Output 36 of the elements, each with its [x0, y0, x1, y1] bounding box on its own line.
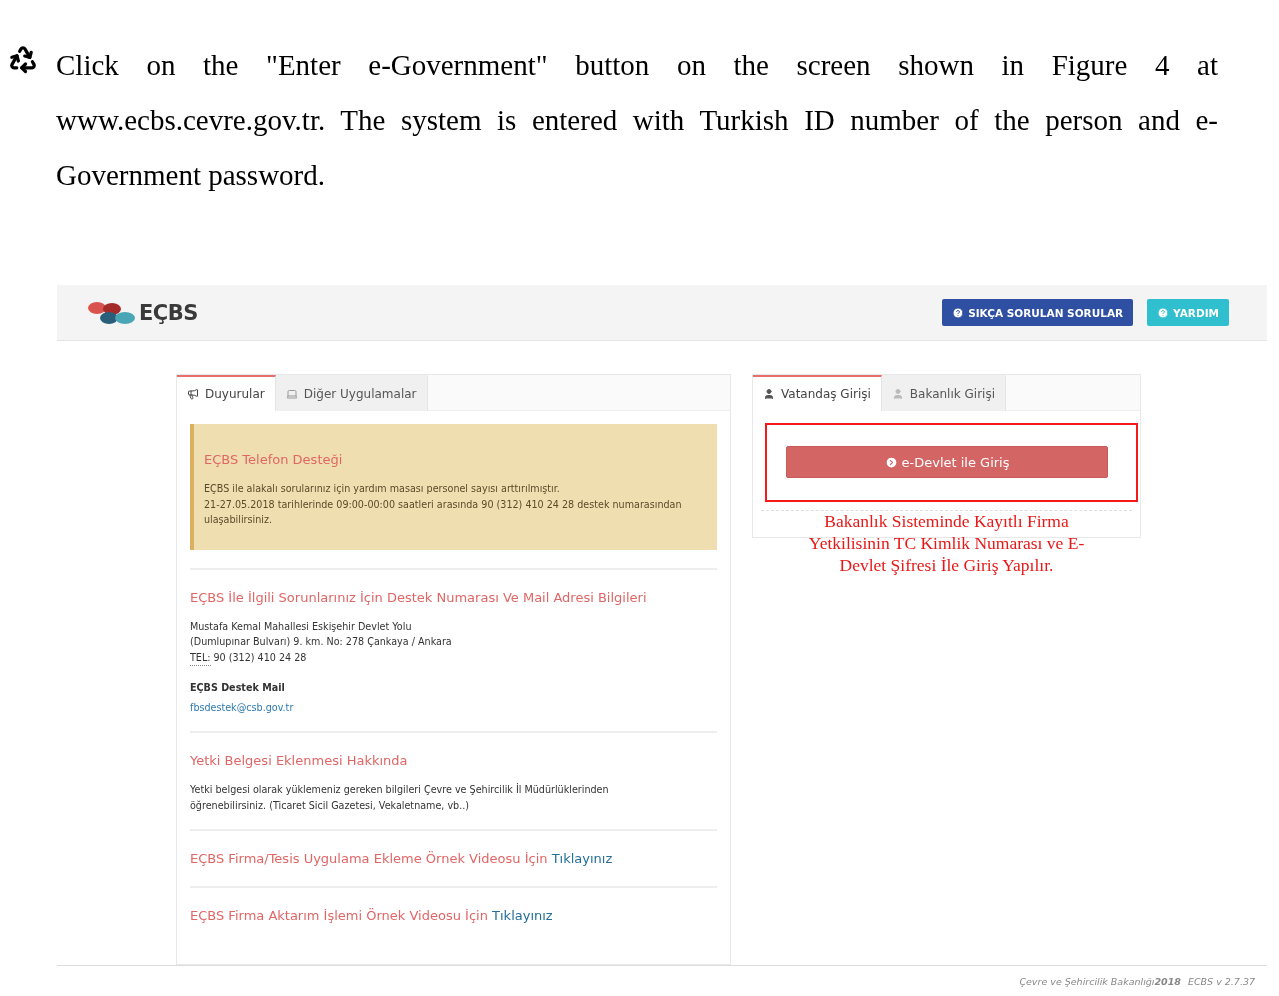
click-link[interactable]: Tıklayınız: [551, 851, 613, 866]
help-icon: [1157, 306, 1170, 319]
logo-icon: [87, 299, 137, 326]
footer-org: Çevre ve Şehircilik Bakanlığı: [1019, 975, 1155, 987]
video-link-text: EÇBS Firma/Tesis Uygulama Ekleme Örnek Videosu İçin Tıklayınız: [190, 851, 614, 866]
annotation-text: Bakanlık Sisteminde Kayıtlı Firma Yetkilisinin TC Kimlik Numarası ve E-Devlet Şifresi İle Giriş Yapılır.: [807, 510, 1086, 576]
user-icon: [763, 388, 775, 400]
chevron-right-icon: [884, 455, 898, 469]
section-title: EÇBS İle İlgili Sorunlarınız İçin Destek Numarası Ve Mail Adresi Bilgileri: [190, 589, 648, 605]
login-tab[interactable]: Bakanlık Girişi: [881, 375, 1007, 411]
faq-button[interactable]: SIKÇA SORULAN SORULAR: [942, 299, 1134, 326]
help-icon: [952, 306, 965, 319]
alert-text: EÇBS ile alakalı sorularınız için yardım masası personel sayısı arttırılmıştır. 21-27.05.2018 tarihlerinde 09:00-00:00 saatleri arasında 90 (312) 410 24 28 destek numarasından ulaşabilirsiniz.: [204, 482, 683, 527]
footer-version: ECBS v 2.7.37: [1187, 975, 1255, 987]
phone-number: 90 (312) 410 24 28: [213, 650, 307, 665]
address-line: Mustafa Kemal Mahallesi Eskişehir Devlet Yolu: [190, 619, 413, 634]
instruction-paragraph: Click on the "Enter e-Government" button on the screen shown in Figure 4 at www.ecbs.cevre.gov.tr. The system is entered with Turkish ID number of the person and e-Government password.: [56, 48, 1218, 193]
user-icon: [891, 388, 904, 400]
recycle-icon: [8, 44, 38, 74]
megaphone-icon: [187, 388, 199, 400]
mail-label: EÇBS Destek Mail: [190, 681, 286, 695]
footer-year: 2018: [1154, 975, 1181, 987]
address-line: (Dumlupınar Bulvarı) 9. km. No: 278 Çankaya / Ankara: [190, 635, 453, 649]
email-link[interactable]: fbsdestek@csb.gov.tr: [190, 701, 294, 713]
alert-title: EÇBS Telefon Desteği: [204, 452, 344, 467]
click-link[interactable]: Tıklayınız: [492, 908, 553, 923]
video-link-text: EÇBS Firma Aktarım İşlemi Örnek Videosu İçin Tıklayınız: [190, 908, 554, 923]
laptop-icon: [285, 388, 298, 400]
tel-label: TEL:: [190, 649, 211, 666]
panel-tab[interactable]: Duyurular: [177, 375, 276, 411]
section-title: Yetki Belgesi Eklenmesi Hakkında: [190, 753, 409, 768]
logo-text: EÇBS: [139, 300, 198, 325]
section-text: Yetki belgesi olarak yüklemeniz gereken bilgileri Çevre ve Şehircilik İl Müdürlüklerinden öğrenebilirsiniz. (Ticaret Sicil Gazetesi, Vekaletname, vb..): [190, 782, 610, 813]
e-devlet-login-button[interactable]: e-Devlet ile Giriş: [786, 446, 1108, 478]
login-tab[interactable]: Vatandaş Girişi: [753, 375, 882, 411]
panel-tab[interactable]: Diğer Uygulamalar: [275, 375, 428, 411]
